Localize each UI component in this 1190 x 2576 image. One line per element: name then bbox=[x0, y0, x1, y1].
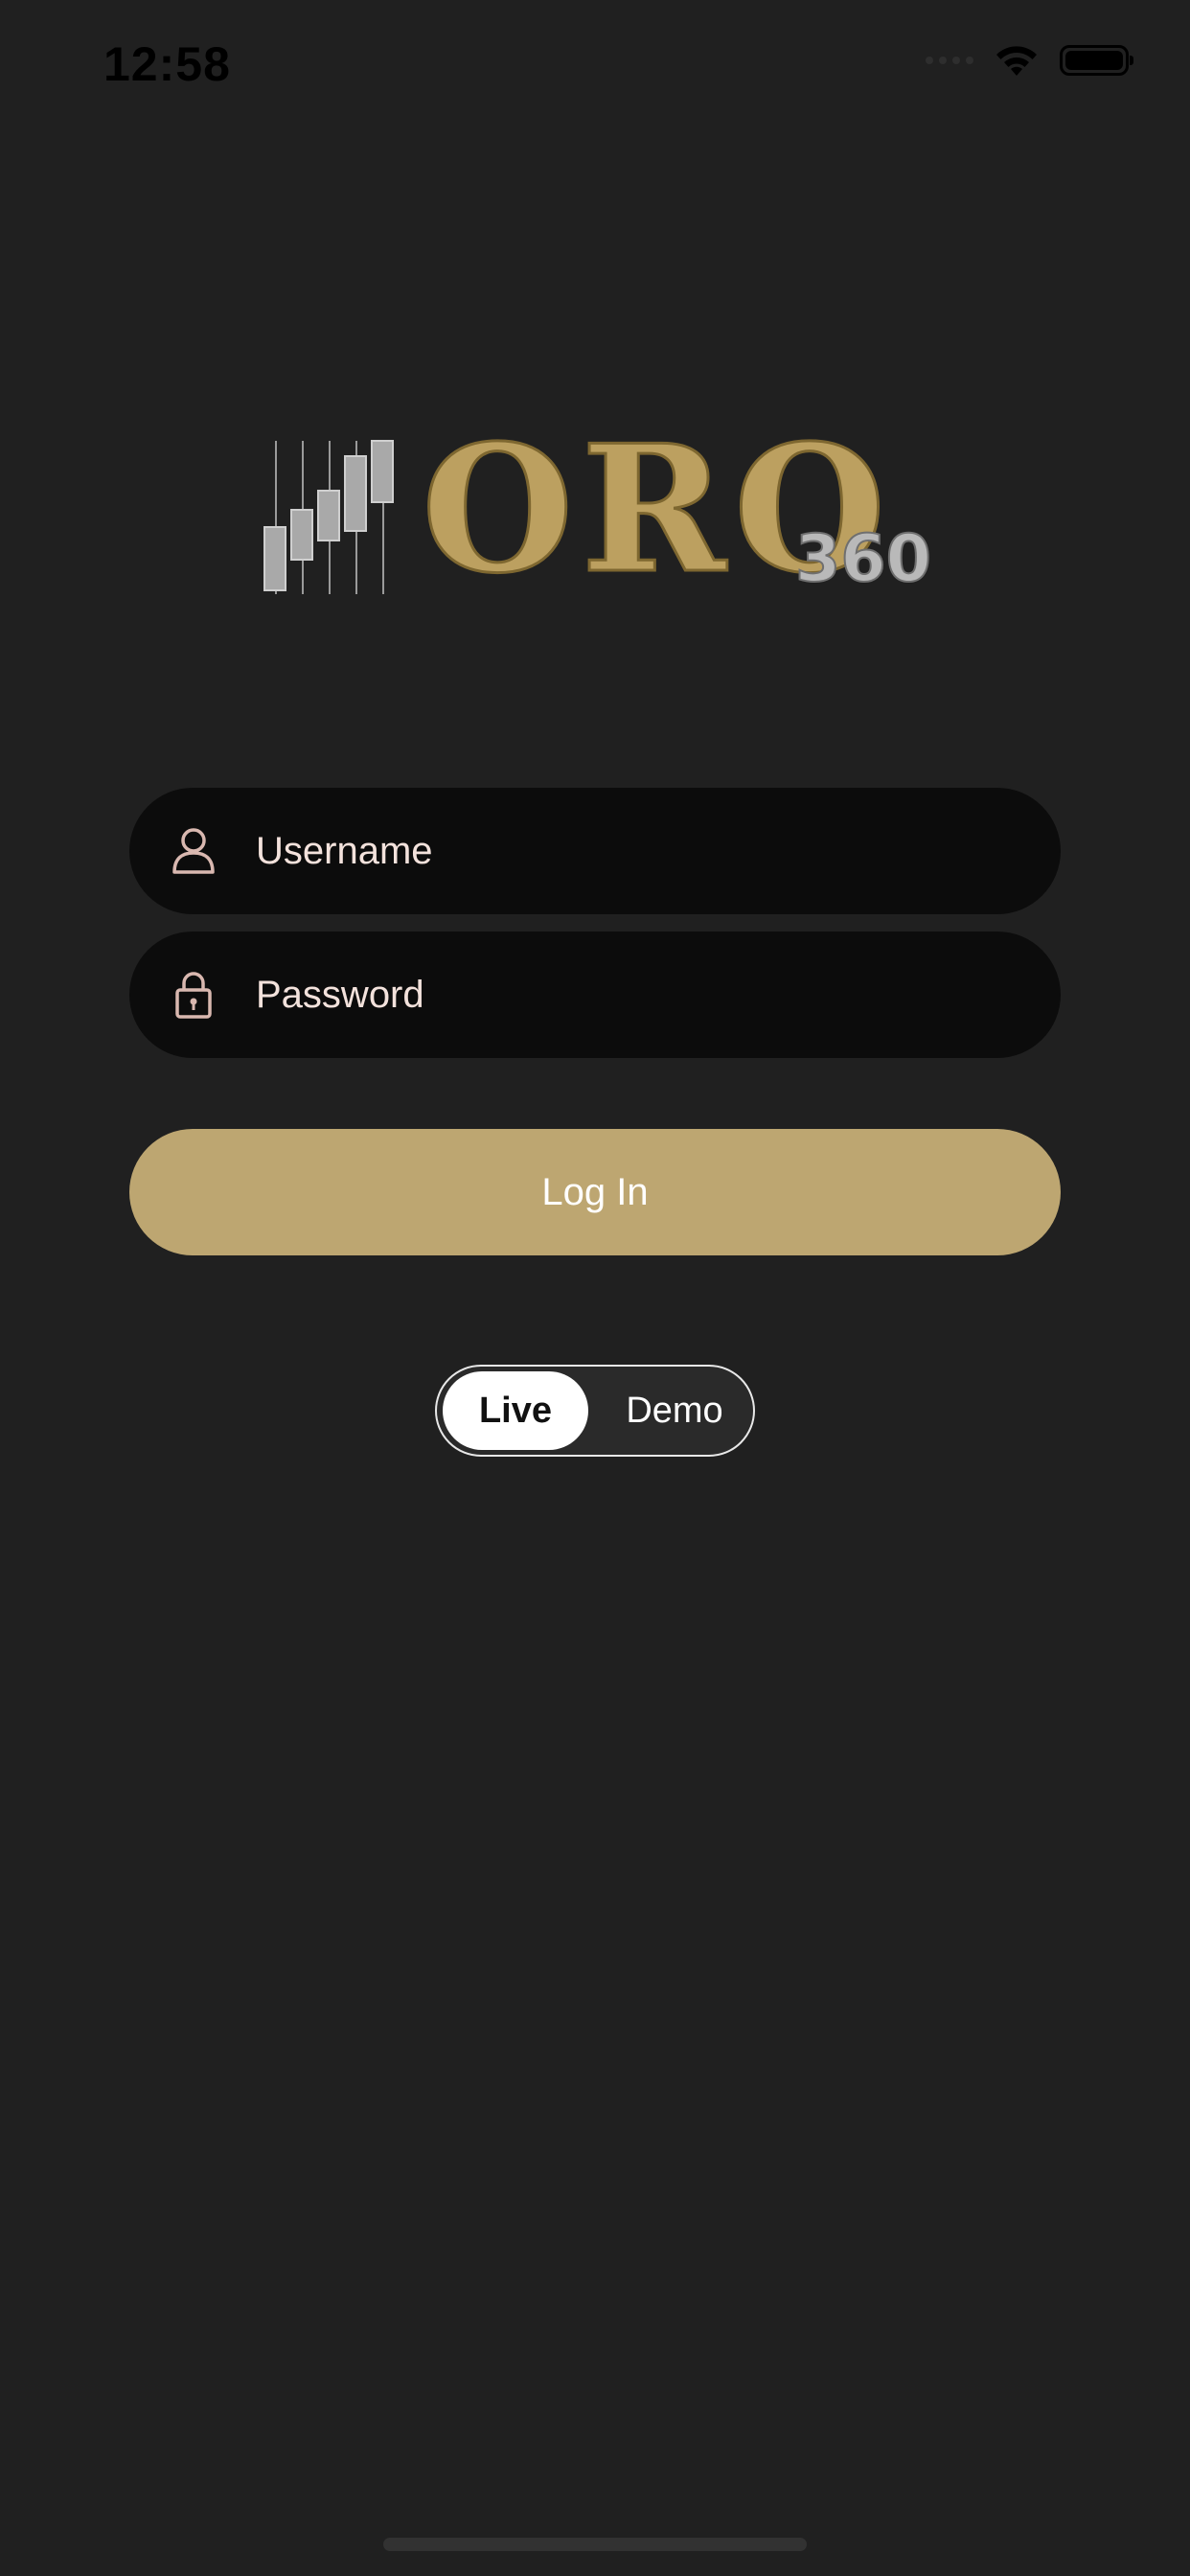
toggle-option-live[interactable]: Live bbox=[443, 1371, 588, 1450]
wifi-icon bbox=[996, 46, 1037, 76]
signal-icon bbox=[926, 57, 973, 64]
battery-icon bbox=[1060, 45, 1133, 76]
login-button[interactable]: Log In bbox=[129, 1129, 1061, 1255]
app-logo: ORO 360 bbox=[259, 421, 932, 604]
lock-icon bbox=[170, 969, 217, 1021]
home-indicator[interactable] bbox=[383, 2538, 807, 2551]
status-time: 12:58 bbox=[103, 37, 231, 91]
toggle-option-demo[interactable]: Demo bbox=[602, 1371, 747, 1450]
password-field[interactable]: Password bbox=[129, 932, 1061, 1058]
logo-subtext: 360 bbox=[794, 521, 932, 597]
candlestick-logo-icon bbox=[263, 440, 394, 594]
mode-toggle[interactable]: Live Demo bbox=[435, 1365, 755, 1457]
password-input[interactable]: Password bbox=[256, 974, 424, 1017]
user-icon bbox=[170, 825, 217, 877]
status-icons bbox=[926, 44, 1133, 77]
username-field[interactable]: Username bbox=[129, 788, 1061, 914]
username-input[interactable]: Username bbox=[256, 830, 433, 873]
